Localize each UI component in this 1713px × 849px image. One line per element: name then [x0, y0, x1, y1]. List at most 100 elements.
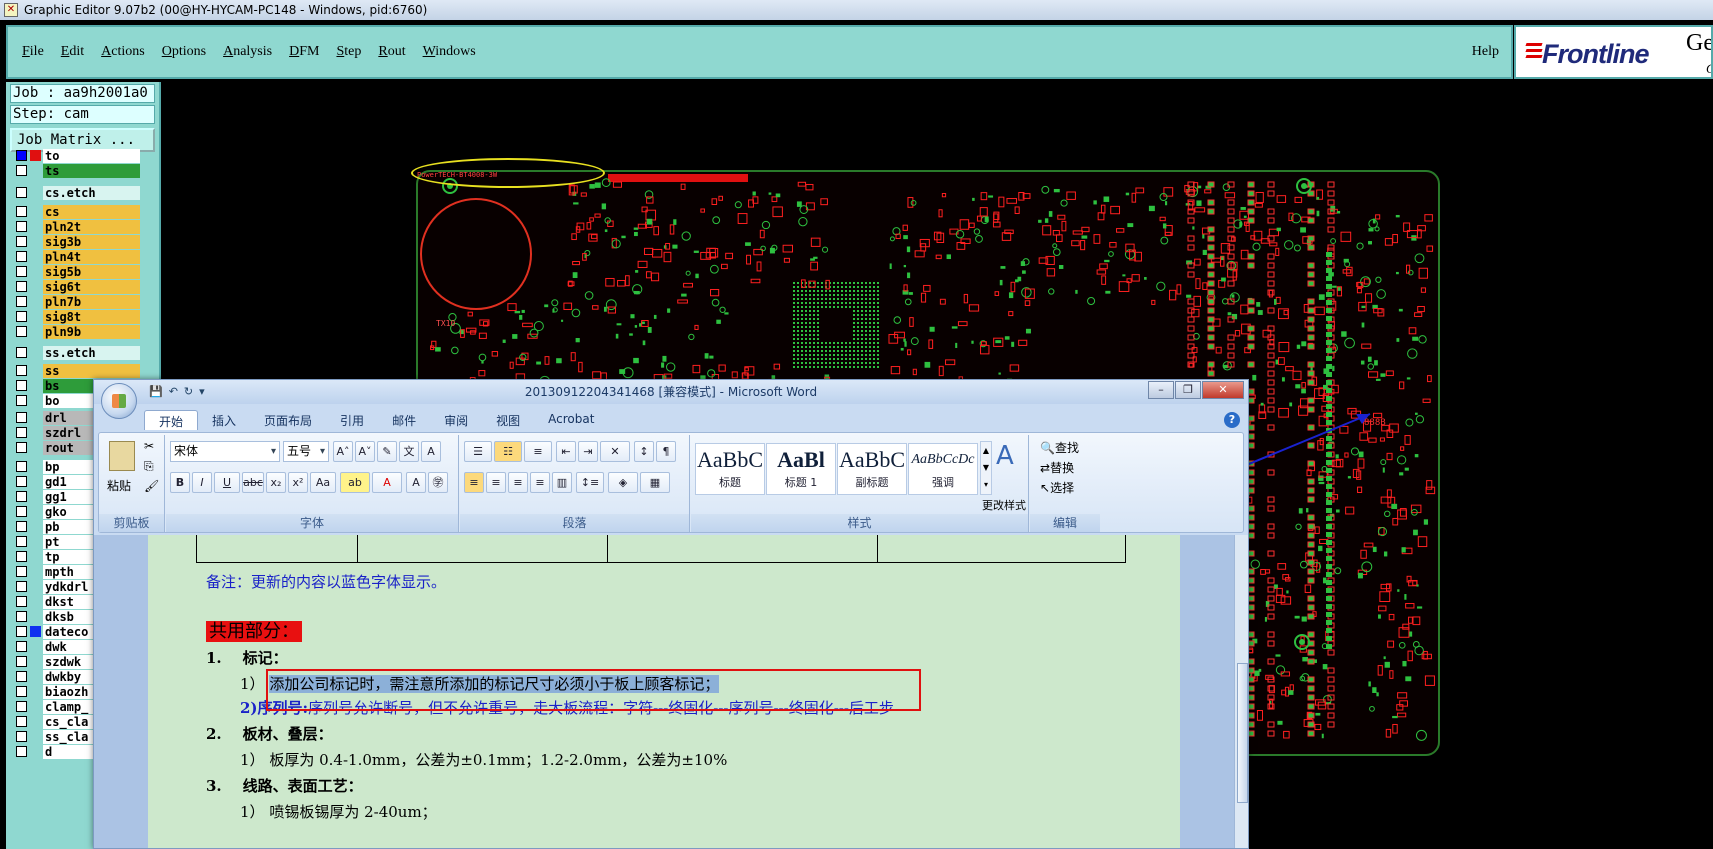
find-button[interactable]: 🔍查找 [1040, 439, 1079, 456]
align-right-button[interactable]: ≡ [508, 472, 528, 493]
style-gallery-item[interactable]: AaBl 标题 1 [766, 443, 836, 495]
sort-button[interactable]: ↕ [634, 441, 654, 462]
superscript-button[interactable]: x² [288, 472, 308, 493]
styles-group: AaBbC 标题 AaBl 标题 1 AaBbC 副标题 AaBbCcDc 强调 ▲ ▼ ▾ A … [691, 435, 1029, 532]
shading-button[interactable]: ◈ [608, 472, 638, 493]
enclose-char-button[interactable]: ㊫ [428, 472, 448, 493]
grow-font-button[interactable]: A˄ [333, 441, 353, 462]
paragraph-group: ☰ ☷ ≡ ⇤ ⇥ ✕ ↕ ¶ ≡ ≡ ≡ ≡ ▥ ↕≡ ◈ ▦ 段落 [460, 435, 690, 532]
gallery-scroll[interactable]: ▲ ▼ ▾ [980, 441, 992, 495]
ribbon-tab[interactable]: Acrobat [534, 410, 608, 430]
ribbon-tab[interactable]: 视图 [482, 410, 534, 430]
ribbon-tab[interactable]: 审阅 [430, 410, 482, 430]
style-sample: AaBbC [839, 447, 905, 472]
ribbon-tab[interactable]: 引用 [326, 410, 378, 430]
strikethrough-button[interactable]: abc [242, 472, 264, 493]
justify-button[interactable]: ≡ [530, 472, 550, 493]
select-button[interactable]: ↖选择 [1040, 479, 1074, 496]
ribbon-tab[interactable]: 插入 [198, 410, 250, 430]
format-painter-icon[interactable]: 🖌 [144, 479, 159, 493]
style-caption: 副标题 [855, 476, 889, 489]
save-icon[interactable]: 💾 [149, 385, 163, 398]
highlight-button[interactable]: ab [340, 472, 370, 493]
font-group-label: 字体 [166, 514, 458, 532]
align-left-button[interactable]: ≡ [464, 472, 484, 493]
change-styles-label[interactable]: 更改样式 [974, 497, 1034, 513]
undo-icon[interactable]: ↶ [169, 385, 178, 398]
section-3-num: 3. [206, 777, 222, 795]
clipboard-group-label: 剪贴板 [99, 514, 164, 532]
style-sample: AaBbCcDc [911, 452, 975, 467]
styles-group-label: 样式 [691, 514, 1028, 532]
style-sample: AaBl [777, 447, 825, 472]
scroll-thumb[interactable] [1237, 663, 1248, 803]
minimize-button[interactable]: – [1148, 381, 1174, 399]
ribbon-tab[interactable]: 页面布局 [250, 410, 326, 430]
office-button[interactable] [101, 383, 137, 419]
numbering-button[interactable]: ☷ [494, 441, 522, 462]
font-name-select[interactable]: 宋体 [170, 441, 280, 462]
heading-line: 共用部分： [206, 617, 302, 643]
edit-group: 🔍查找 ⇄替换 ↖选择 编辑 [1030, 435, 1100, 532]
replace-button[interactable]: ⇄替换 [1040, 459, 1074, 476]
char-border-button[interactable]: A [421, 441, 441, 462]
word-title: 20130912204341468 [兼容模式] - Microsoft Wor… [94, 380, 1248, 404]
decrease-indent-button[interactable]: ⇤ [556, 441, 576, 462]
item-2-1-num: 1） [240, 751, 265, 769]
underline-button[interactable]: U [214, 472, 240, 493]
window-controls: – ❐ ✕ [1147, 381, 1244, 399]
shrink-font-button[interactable]: A˅ [355, 441, 375, 462]
section-1: 1. 标记： [206, 647, 288, 668]
vertical-scrollbar[interactable] [1234, 535, 1248, 848]
qat-more-icon[interactable]: ▾ [199, 385, 205, 398]
ribbon-tab[interactable]: 开始 [144, 410, 199, 430]
style-caption: 强调 [932, 476, 954, 489]
section-2: 2. 板材、叠层： [206, 723, 333, 744]
item-3-1: 1） 喷锡板锡厚为 2-40um； [240, 801, 437, 822]
bold-button[interactable]: B [170, 472, 190, 493]
help-icon[interactable]: ? [1224, 412, 1240, 428]
style-gallery-item[interactable]: AaBbCcDc 强调 [908, 443, 978, 495]
font-size-select[interactable]: 五号 [283, 441, 329, 462]
change-styles-icon[interactable]: A [996, 441, 1014, 471]
clear-format-button[interactable]: ✎ [377, 441, 397, 462]
pcb-tx-label: TX10 [436, 319, 456, 328]
bullets-button[interactable]: ☰ [464, 441, 492, 462]
multilevel-list-button[interactable]: ≡ [524, 441, 552, 462]
phonetic-guide-button[interactable]: 文 [399, 441, 419, 462]
paragraph-group-label: 段落 [460, 514, 689, 532]
ribbon-tab[interactable]: 邮件 [378, 410, 430, 430]
borders-button[interactable]: ▦ [640, 472, 670, 493]
style-gallery-item[interactable]: AaBbC 标题 [695, 443, 765, 495]
font-color-button[interactable]: A [372, 472, 402, 493]
show-marks-button[interactable]: ¶ [656, 441, 676, 462]
italic-button[interactable]: I [192, 472, 212, 493]
cut-icon[interactable]: ✂ [144, 439, 154, 453]
item-1-1-num: 1） [240, 675, 265, 693]
line-spacing-button[interactable]: ↕≡ [576, 472, 604, 493]
paste-icon[interactable] [109, 441, 135, 471]
style-sample: AaBbC [697, 447, 763, 472]
ribbon-tabs: 开始 插入 页面布局 引用 邮件 审阅 视图 Acrobat [144, 410, 608, 430]
copy-icon[interactable]: ⎘ [144, 459, 154, 474]
restore-button[interactable]: ❐ [1175, 381, 1201, 399]
style-caption: 标题 [719, 476, 741, 489]
find-label: 查找 [1054, 441, 1079, 455]
distributed-button[interactable]: ▥ [552, 472, 572, 493]
style-caption: 标题 1 [784, 476, 818, 489]
subscript-button[interactable]: x₂ [266, 472, 286, 493]
change-case-button[interactable]: Aa [310, 472, 336, 493]
close-button[interactable]: ✕ [1202, 381, 1244, 399]
replace-label: 替换 [1050, 461, 1075, 475]
screen: ✕ Graphic Editor 9.07b2 (00@HY-HYCAM-PC1… [0, 0, 1713, 849]
redo-icon[interactable]: ↻ [184, 385, 193, 398]
increase-indent-button[interactable]: ⇥ [578, 441, 598, 462]
item-2-1-text: 板厚为 0.4-1.0mm，公差为±0.1mm；1.2-2.0mm，公差为±10… [269, 751, 728, 769]
font-group: 宋体 五号 A˄ A˅ ✎ 文 A B I U abc x₂ x² Aa ab … [166, 435, 459, 532]
paste-label[interactable]: 粘贴 [107, 477, 131, 494]
char-shading-button[interactable]: A [406, 472, 426, 493]
office-logo-icon [112, 394, 126, 408]
chinese-layout-button[interactable]: ✕ [600, 441, 630, 462]
style-gallery-item[interactable]: AaBbC 副标题 [837, 443, 907, 495]
align-center-button[interactable]: ≡ [486, 472, 506, 493]
